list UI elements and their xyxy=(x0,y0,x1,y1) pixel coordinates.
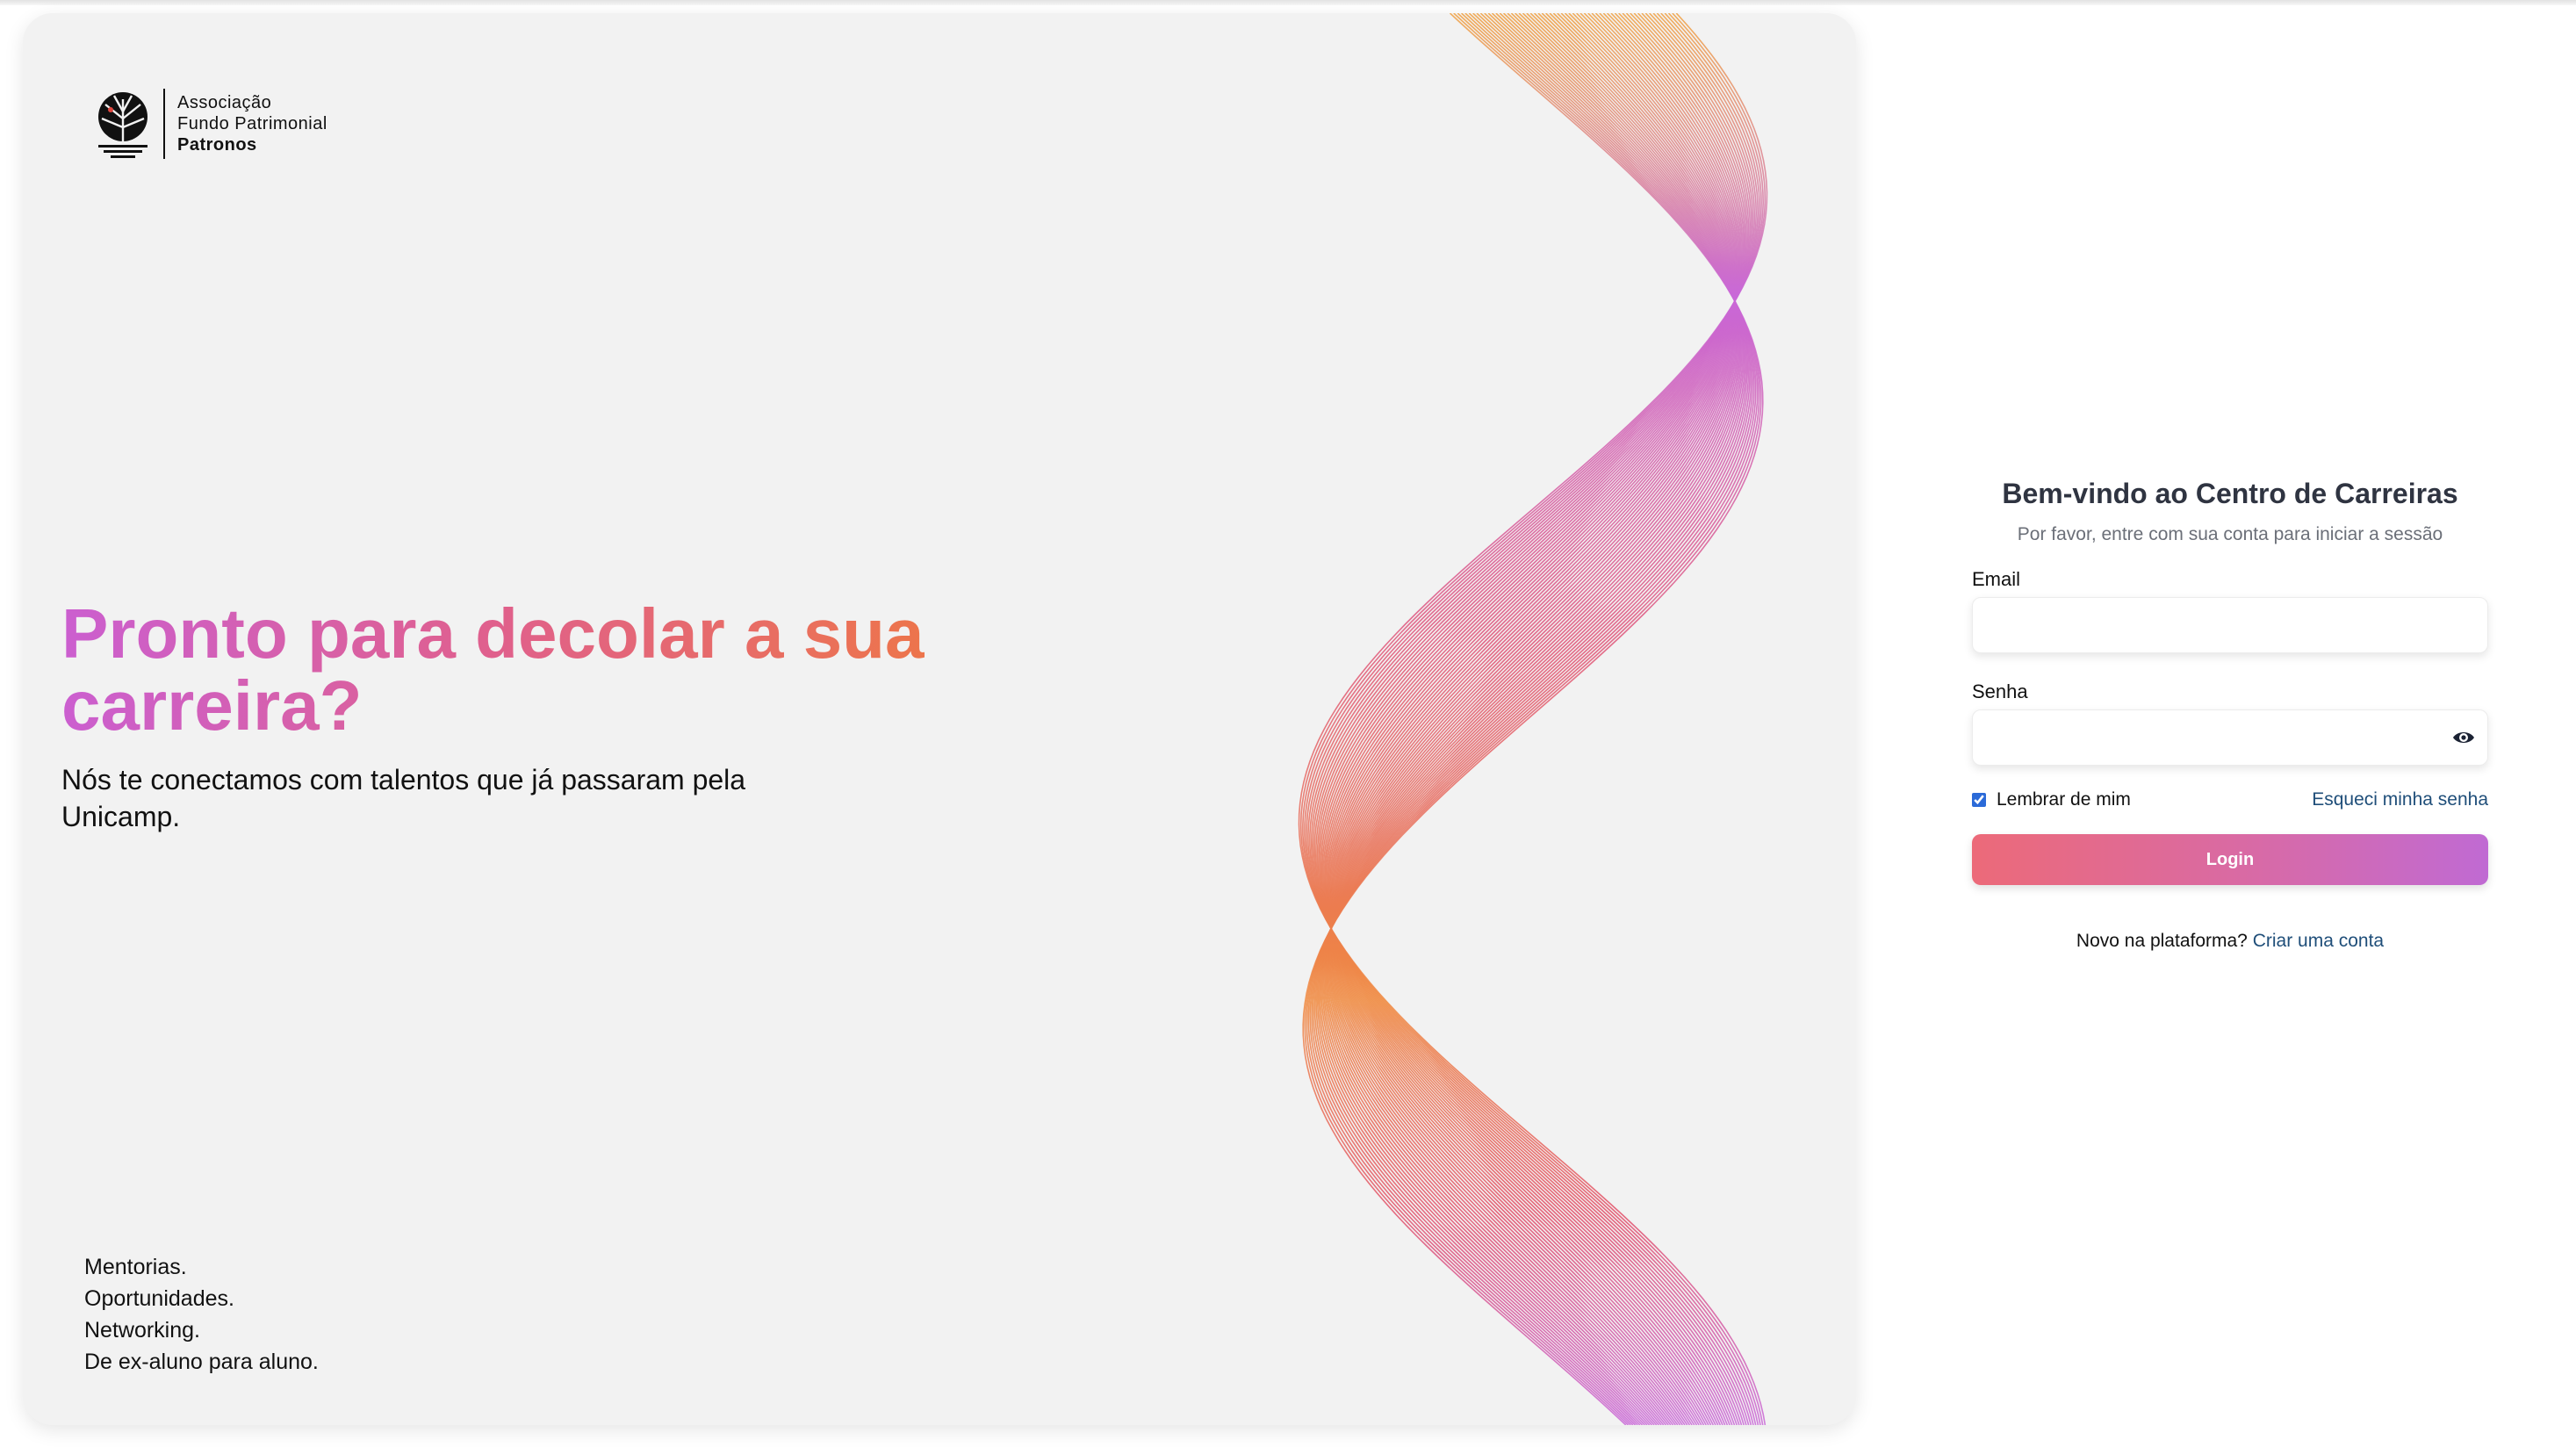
hero-panel: Associação Fundo Patrimonial Patronos Pr… xyxy=(23,13,1856,1425)
signup-prompt-text: Novo na plataforma? xyxy=(2076,931,2248,951)
eye-icon[interactable] xyxy=(2451,727,2476,748)
login-button[interactable]: Login xyxy=(1972,834,2488,885)
logo-line-1: Associação xyxy=(177,93,272,112)
remember-label: Lembrar de mim xyxy=(1997,789,2131,810)
remember-row: Lembrar de mim Esqueci minha senha xyxy=(1972,787,2488,813)
create-account-link[interactable]: Criar uma conta xyxy=(2253,931,2384,951)
password-field[interactable] xyxy=(1972,709,2488,766)
feature-item: Mentorias. xyxy=(84,1255,187,1279)
logo-divider xyxy=(163,89,165,159)
remember-me[interactable]: Lembrar de mim xyxy=(1972,789,2131,810)
password-field-wrapper xyxy=(1972,709,2488,766)
feature-item: De ex-aluno para aluno. xyxy=(84,1350,319,1374)
hero-headline: Pronto para decolar a sua carreira? xyxy=(61,598,1027,742)
login-subtitle: Por favor, entre com sua conta para inic… xyxy=(2017,524,2443,544)
logo-line-3: Patronos xyxy=(177,135,257,155)
feature-list: Mentorias. Oportunidades. Networking. De… xyxy=(84,1251,319,1378)
hero-subtitle: Nós te conectamos com talentos que já pa… xyxy=(61,764,746,832)
logo: Associação Fundo Patrimonial Patronos xyxy=(95,89,327,159)
forgot-password-link[interactable]: Esqueci minha senha xyxy=(2312,789,2488,810)
tree-logo-icon xyxy=(98,92,148,158)
browser-top-edge xyxy=(0,0,2576,5)
login-form: Bem-vindo ao Centro de Carreiras Por fav… xyxy=(1972,474,2488,952)
email-label: Email xyxy=(1972,568,2021,590)
email-field-wrapper xyxy=(1972,597,2488,653)
logo-line-2: Fundo Patrimonial xyxy=(177,114,327,133)
password-label: Senha xyxy=(1972,680,2028,702)
login-title: Bem-vindo ao Centro de Carreiras xyxy=(2002,478,2458,509)
feature-item: Oportunidades. xyxy=(84,1286,234,1311)
signup-prompt: Novo na plataforma? Criar uma conta xyxy=(1972,931,2488,952)
logo-text: Associação Fundo Patrimonial Patronos xyxy=(177,92,327,155)
email-field[interactable] xyxy=(1972,597,2488,653)
remember-checkbox[interactable] xyxy=(1972,793,1986,807)
feature-item: Networking. xyxy=(84,1318,200,1343)
